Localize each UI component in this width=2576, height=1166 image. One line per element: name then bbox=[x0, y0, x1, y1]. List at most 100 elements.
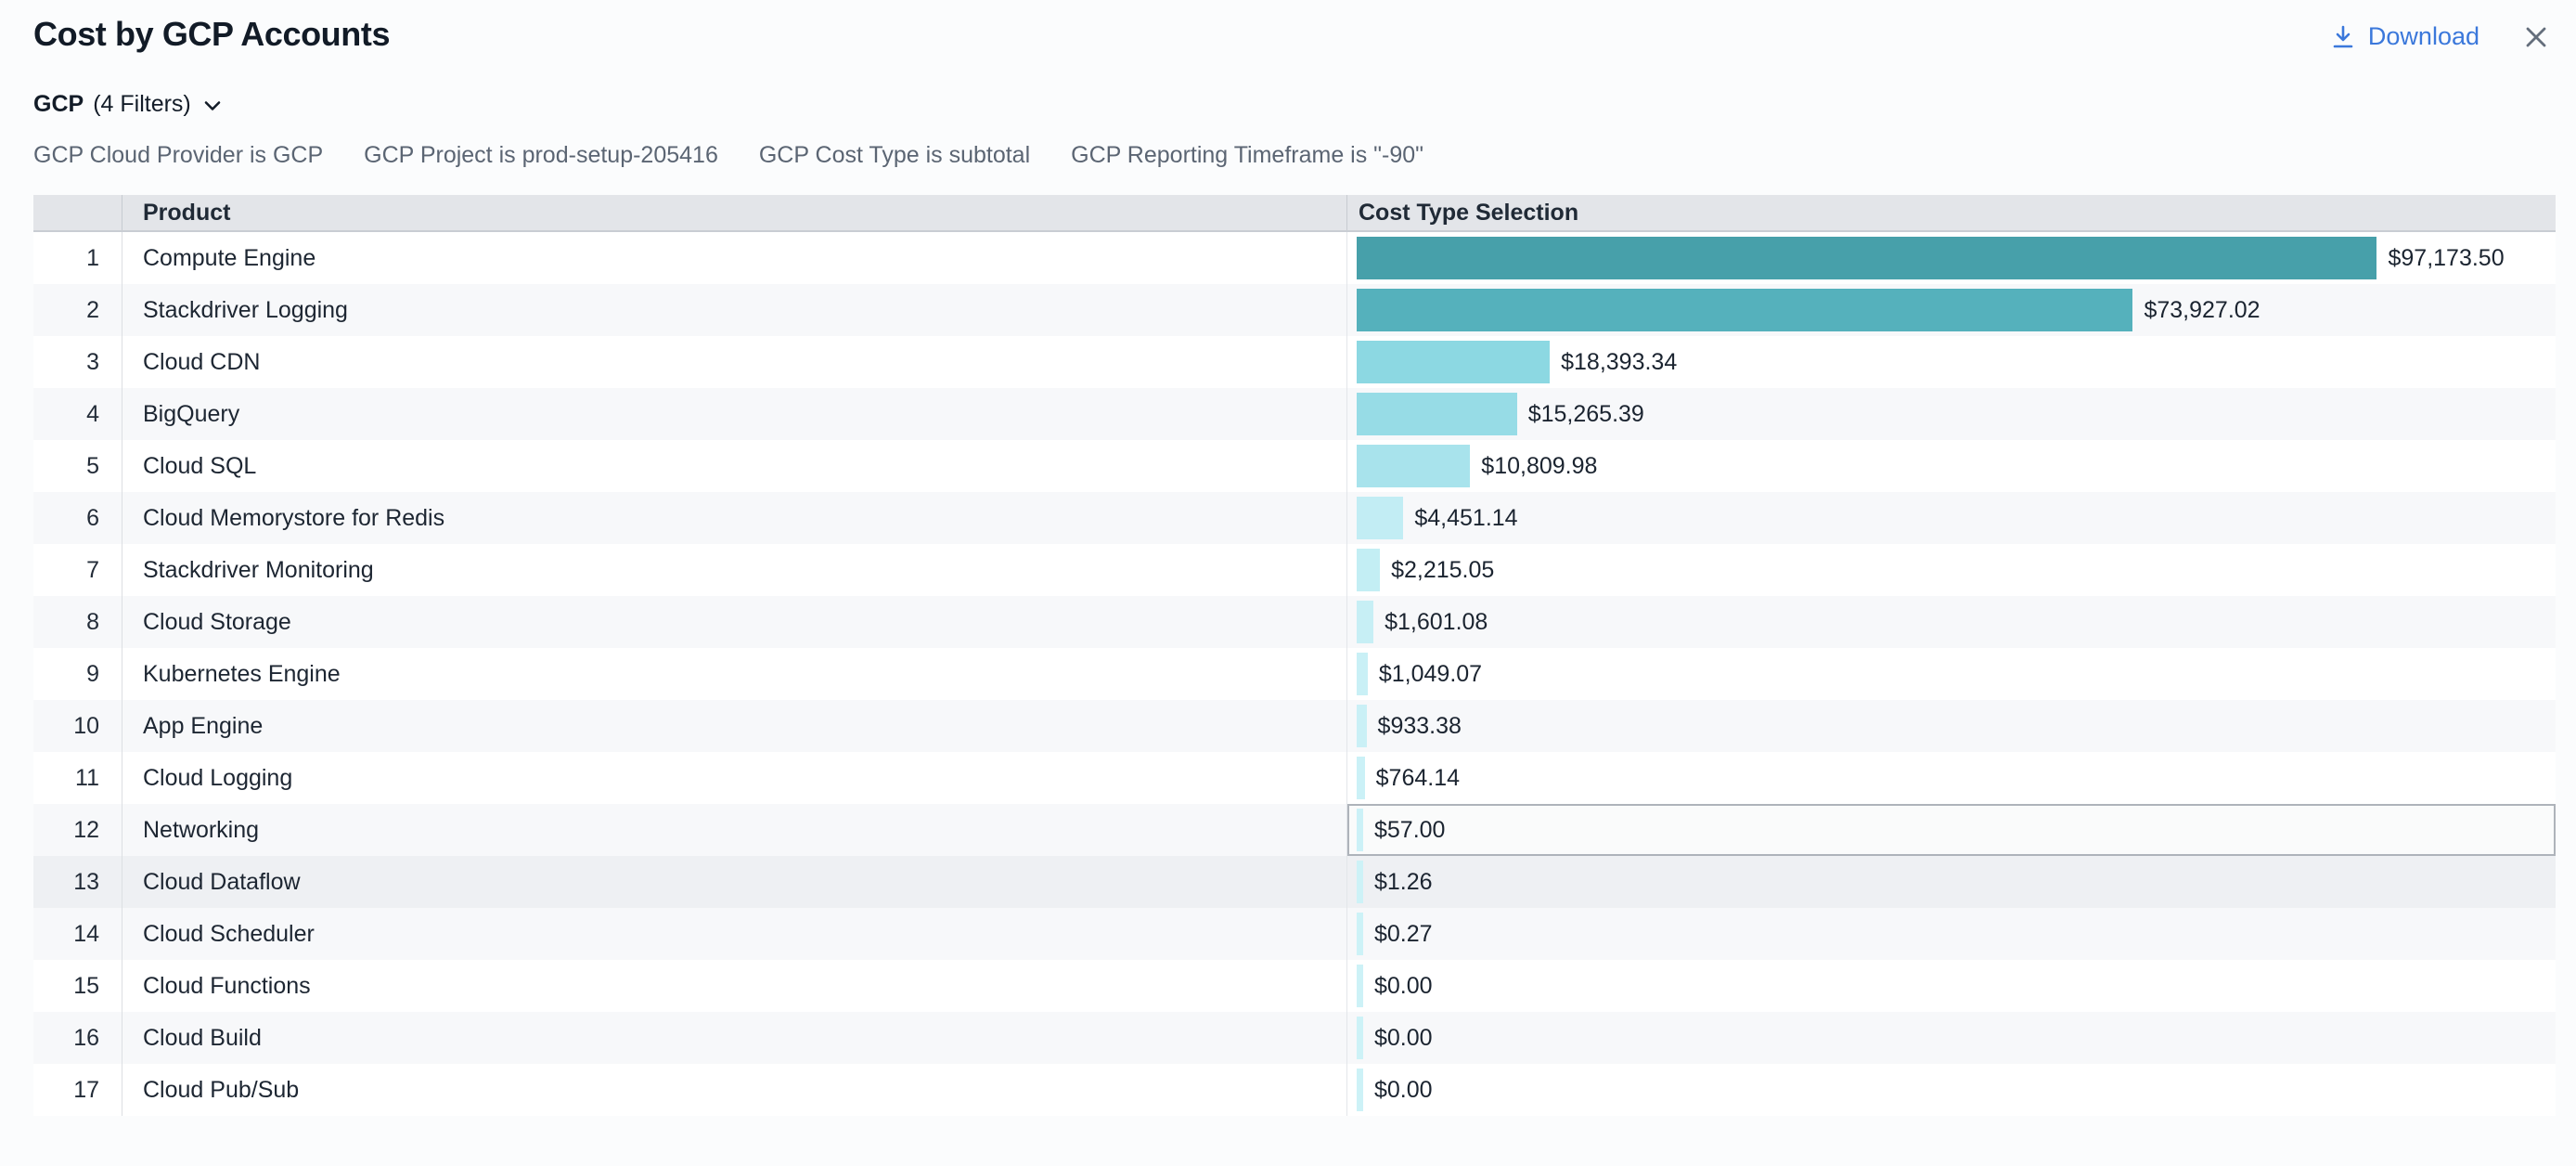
row-index: 10 bbox=[33, 700, 122, 752]
cost-bar bbox=[1357, 341, 1550, 383]
cost-value-label: $1,049.07 bbox=[1379, 661, 1482, 688]
product-cell[interactable]: Networking bbox=[122, 804, 1347, 856]
product-cell[interactable]: Compute Engine bbox=[122, 232, 1347, 284]
product-cell[interactable]: Cloud Pub/Sub bbox=[122, 1064, 1347, 1116]
cost-cell[interactable]: $10,809.98 bbox=[1347, 440, 2556, 492]
table-row[interactable]: 9Kubernetes Engine$1,049.07 bbox=[33, 648, 2556, 700]
cost-value-label: $10,809.98 bbox=[1481, 453, 1597, 480]
table-row[interactable]: 5Cloud SQL$10,809.98 bbox=[33, 440, 2556, 492]
table-row[interactable]: 15Cloud Functions $0.00 bbox=[33, 960, 2556, 1012]
table-row[interactable]: 12Networking $57.00 bbox=[33, 804, 2556, 856]
cost-bar bbox=[1357, 1017, 1363, 1059]
column-header-product[interactable]: Product bbox=[122, 195, 1347, 230]
filters-summary-toggle[interactable]: GCP (4 Filters) bbox=[33, 91, 223, 118]
cost-cell[interactable]: $1.26 bbox=[1347, 856, 2556, 908]
table-row[interactable]: 4BigQuery$15,265.39 bbox=[33, 388, 2556, 440]
table-row[interactable]: 6Cloud Memorystore for Redis$4,451.14 bbox=[33, 492, 2556, 544]
table-row[interactable]: 11Cloud Logging$764.14 bbox=[33, 752, 2556, 804]
cost-cell-selected[interactable]: $57.00 bbox=[1347, 804, 2556, 856]
product-cell[interactable]: Stackdriver Monitoring bbox=[122, 544, 1347, 596]
column-header-cost[interactable]: Cost Type Selection bbox=[1347, 195, 2556, 230]
cost-value-label: $73,927.02 bbox=[2144, 297, 2260, 324]
table-row[interactable]: 1Compute Engine $97,173.50 bbox=[33, 232, 2556, 284]
filter-condition[interactable]: GCP Project is prod-setup-205416 bbox=[364, 142, 718, 169]
filter-condition[interactable]: GCP Cost Type is subtotal bbox=[759, 142, 1030, 169]
row-index: 12 bbox=[33, 804, 122, 856]
row-index: 2 bbox=[33, 284, 122, 336]
cost-value-label: $0.00 bbox=[1374, 973, 1433, 1000]
table-row[interactable]: 17Cloud Pub/Sub$0.00 bbox=[33, 1064, 2556, 1116]
product-cell[interactable]: Kubernetes Engine bbox=[122, 648, 1347, 700]
row-index: 15 bbox=[33, 960, 122, 1012]
close-button[interactable] bbox=[2522, 23, 2550, 51]
row-index: 8 bbox=[33, 596, 122, 648]
cost-value-label: $57.00 bbox=[1374, 817, 1445, 844]
table-row[interactable]: 3Cloud CDN$18,393.34 bbox=[33, 336, 2556, 388]
cost-cell[interactable]: $18,393.34 bbox=[1347, 336, 2556, 388]
cost-cell[interactable]: $764.14 bbox=[1347, 752, 2556, 804]
cost-cell[interactable]: $0.27 bbox=[1347, 908, 2556, 960]
cost-cell[interactable]: $0.00 bbox=[1347, 960, 2556, 1012]
cost-bar bbox=[1357, 497, 1403, 539]
row-index: 6 bbox=[33, 492, 122, 544]
table-header-row: Product Cost Type Selection bbox=[33, 195, 2556, 232]
product-cell[interactable]: App Engine bbox=[122, 700, 1347, 752]
chevron-down-icon bbox=[200, 97, 223, 112]
table-row[interactable]: 8Cloud Storage$1,601.08 bbox=[33, 596, 2556, 648]
row-index: 1 bbox=[33, 232, 122, 284]
cost-value-label: $0.27 bbox=[1374, 921, 1433, 948]
filter-conditions: GCP Cloud Provider is GCP GCP Project is … bbox=[33, 142, 2576, 169]
table-row[interactable]: 7Stackdriver Monitoring$2,215.05 bbox=[33, 544, 2556, 596]
download-button[interactable]: Download bbox=[2330, 22, 2479, 51]
cost-table: Product Cost Type Selection 1Compute Eng… bbox=[33, 195, 2556, 1116]
cost-cell[interactable]: $4,451.14 bbox=[1347, 492, 2556, 544]
product-cell[interactable]: BigQuery bbox=[122, 388, 1347, 440]
table-row[interactable]: 10App Engine $933.38 bbox=[33, 700, 2556, 752]
column-header-index bbox=[33, 195, 122, 230]
download-icon bbox=[2330, 24, 2356, 50]
table-row[interactable]: 16Cloud Build$0.00 bbox=[33, 1012, 2556, 1064]
cost-cell[interactable]: $1,601.08 bbox=[1347, 596, 2556, 648]
download-label: Download bbox=[2368, 22, 2479, 51]
product-cell[interactable]: Cloud Logging bbox=[122, 752, 1347, 804]
product-cell[interactable]: Cloud Dataflow bbox=[122, 856, 1347, 908]
cost-value-label: $18,393.34 bbox=[1561, 349, 1677, 376]
table-row[interactable]: 13Cloud Dataflow$1.26 bbox=[33, 856, 2556, 908]
cost-bar bbox=[1357, 757, 1365, 799]
filter-condition[interactable]: GCP Cloud Provider is GCP bbox=[33, 142, 323, 169]
product-cell[interactable]: Cloud Storage bbox=[122, 596, 1347, 648]
cost-cell[interactable]: $73,927.02 bbox=[1347, 284, 2556, 336]
cost-bar bbox=[1357, 653, 1368, 695]
product-cell[interactable]: Cloud CDN bbox=[122, 336, 1347, 388]
cost-cell[interactable]: $0.00 bbox=[1347, 1064, 2556, 1116]
cost-bar bbox=[1357, 601, 1373, 643]
cost-cell[interactable]: $97,173.50 bbox=[1347, 232, 2556, 284]
product-cell[interactable]: Cloud Build bbox=[122, 1012, 1347, 1064]
product-cell[interactable]: Cloud SQL bbox=[122, 440, 1347, 492]
cost-cell[interactable]: $933.38 bbox=[1347, 700, 2556, 752]
table-row[interactable]: 14Cloud Scheduler$0.27 bbox=[33, 908, 2556, 960]
cost-value-label: $933.38 bbox=[1378, 713, 1462, 740]
cost-bar bbox=[1357, 965, 1363, 1007]
cost-cell[interactable]: $0.00 bbox=[1347, 1012, 2556, 1064]
cost-value-label: $97,173.50 bbox=[2388, 245, 2504, 272]
row-index: 13 bbox=[33, 856, 122, 908]
cost-cell[interactable]: $1,049.07 bbox=[1347, 648, 2556, 700]
table-row[interactable]: 2Stackdriver Logging $73,927.02 bbox=[33, 284, 2556, 336]
panel-header: Cost by GCP Accounts Download bbox=[0, 0, 2576, 54]
cost-value-label: $2,215.05 bbox=[1391, 557, 1494, 584]
cost-bar bbox=[1357, 237, 2376, 279]
cost-bar bbox=[1357, 445, 1470, 487]
cost-value-label: $0.00 bbox=[1374, 1025, 1433, 1052]
product-cell[interactable]: Stackdriver Logging bbox=[122, 284, 1347, 336]
page-title: Cost by GCP Accounts bbox=[33, 15, 390, 54]
filter-condition[interactable]: GCP Reporting Timeframe is "-90" bbox=[1071, 142, 1423, 169]
cost-cell[interactable]: $2,215.05 bbox=[1347, 544, 2556, 596]
product-cell[interactable]: Cloud Scheduler bbox=[122, 908, 1347, 960]
product-cell[interactable]: Cloud Functions bbox=[122, 960, 1347, 1012]
product-cell[interactable]: Cloud Memorystore for Redis bbox=[122, 492, 1347, 544]
cost-cell[interactable]: $15,265.39 bbox=[1347, 388, 2556, 440]
cost-bar bbox=[1357, 809, 1363, 851]
cost-bar bbox=[1357, 861, 1363, 903]
filters-summary-prefix: GCP bbox=[33, 91, 84, 118]
